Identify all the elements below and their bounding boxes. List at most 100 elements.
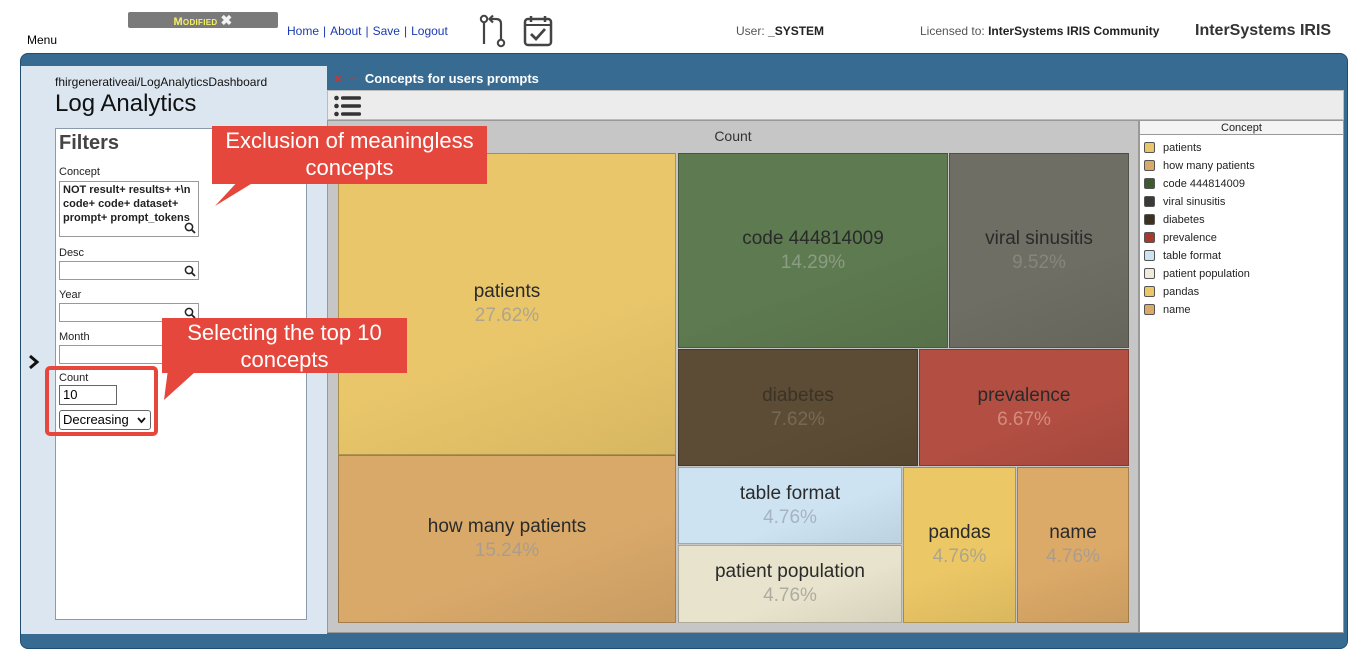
legend-swatch bbox=[1144, 178, 1155, 189]
treemap-tile-percent: 14.29% bbox=[780, 251, 846, 273]
treemap-tile-percent: 4.76% bbox=[932, 546, 987, 567]
treemap-tile[interactable]: how many patients 15.24% bbox=[338, 455, 676, 623]
legend-swatch bbox=[1144, 214, 1155, 225]
page-title: Log Analytics bbox=[55, 90, 197, 117]
calendar-check-icon[interactable] bbox=[522, 14, 554, 48]
treemap-tile[interactable]: code 444814009 14.29% bbox=[678, 153, 948, 348]
legend-title: Concept bbox=[1140, 121, 1343, 135]
exclusion-callout: Exclusion of meaningless concepts bbox=[212, 126, 487, 184]
list-menu-icon[interactable] bbox=[334, 95, 362, 117]
legend-item[interactable]: patients bbox=[1144, 139, 1202, 157]
treemap-tile-percent: 4.76% bbox=[1046, 546, 1100, 567]
nav-about-link[interactable]: About bbox=[330, 24, 361, 38]
legend-label: viral sinusitis bbox=[1163, 196, 1226, 208]
portlet-title: Concepts for users prompts bbox=[364, 71, 539, 86]
treemap-tile-label: name bbox=[1049, 522, 1097, 543]
legend-item[interactable]: table format bbox=[1144, 247, 1221, 265]
legend-label: table format bbox=[1163, 250, 1222, 262]
treemap-tile-label: prevalence bbox=[977, 384, 1071, 406]
nav-save-link[interactable]: Save bbox=[373, 24, 400, 38]
treemap-tile-percent: 4.76% bbox=[763, 506, 817, 528]
concept-filter-value: NOT result+ results+ +\n code+ code+ dat… bbox=[63, 184, 191, 224]
legend-label: how many patients bbox=[1163, 160, 1255, 172]
search-icon[interactable] bbox=[184, 222, 196, 234]
treemap-tile-percent: 6.67% bbox=[997, 408, 1051, 430]
legend-item[interactable]: name bbox=[1144, 301, 1191, 319]
legend-item[interactable]: how many patients bbox=[1144, 157, 1255, 175]
portlet-minimize-button[interactable]: – bbox=[350, 71, 357, 86]
desc-label: Desc bbox=[59, 247, 85, 259]
nav-home-link[interactable]: Home bbox=[287, 24, 319, 38]
nav-logout-link[interactable]: Logout bbox=[411, 24, 448, 38]
close-icon[interactable]: ✖ bbox=[220, 12, 232, 28]
treemap-tile-label: pandas bbox=[928, 522, 991, 543]
legend-swatch bbox=[1144, 304, 1155, 315]
nav-links: Home | About | Save | Logout bbox=[287, 24, 448, 38]
search-icon[interactable] bbox=[184, 265, 196, 277]
treemap-tile-label: patients bbox=[473, 281, 541, 302]
legend-swatch bbox=[1144, 160, 1155, 171]
treemap-tile-label: patient population bbox=[714, 561, 865, 582]
concept-filter-field[interactable]: NOT result+ results+ +\n code+ code+ dat… bbox=[59, 181, 199, 237]
treemap-tile-percent: 9.52% bbox=[1012, 251, 1066, 273]
legend-label: diabetes bbox=[1163, 214, 1205, 226]
legend-swatch bbox=[1144, 196, 1155, 207]
legend-swatch bbox=[1144, 286, 1155, 297]
chart-legend: Concept patients how many patients code 44… bbox=[1139, 120, 1344, 633]
legend-swatch bbox=[1144, 142, 1155, 153]
top10-callout: Selecting the top 10 concepts bbox=[162, 318, 407, 373]
treemap-tile[interactable]: prevalence 6.67% bbox=[919, 349, 1129, 466]
legend-item[interactable]: viral sinusitis bbox=[1144, 193, 1225, 211]
legend-item[interactable]: diabetes bbox=[1144, 211, 1205, 229]
legend-label: code 444814009 bbox=[1163, 178, 1245, 190]
legend-swatch bbox=[1144, 268, 1155, 279]
user-info: User: _SYSTEM bbox=[736, 24, 824, 38]
modified-badge[interactable]: Modified ✖ bbox=[128, 12, 278, 28]
user-label: User: bbox=[736, 24, 765, 38]
treemap-tile[interactable]: table format 4.76% bbox=[678, 467, 902, 544]
top-bar: Menu Modified ✖ Home | About | Save | Logout Us… bbox=[0, 0, 1366, 52]
chevron-right-icon[interactable] bbox=[28, 354, 40, 370]
legend-item[interactable]: code 444814009 bbox=[1144, 175, 1245, 193]
legend-label: prevalence bbox=[1163, 232, 1217, 244]
treemap-tile-percent: 7.62% bbox=[771, 408, 825, 430]
legend-label: patients bbox=[1163, 142, 1202, 154]
treemap-tile-label: how many patients bbox=[427, 516, 587, 537]
license-value: InterSystems IRIS Community bbox=[988, 24, 1160, 38]
portlet-close-button[interactable]: × bbox=[334, 71, 342, 86]
legend-item[interactable]: patient population bbox=[1144, 265, 1250, 283]
legend-swatch bbox=[1144, 232, 1155, 243]
treemap-tile[interactable]: diabetes 7.62% bbox=[678, 349, 918, 466]
license-label: Licensed to: bbox=[920, 24, 985, 38]
treemap-chart: Count patients 27.62% how many patients 15.… bbox=[327, 120, 1139, 633]
legend-item[interactable]: prevalence bbox=[1144, 229, 1217, 247]
legend-label: pandas bbox=[1163, 286, 1200, 298]
treemap-tile-percent: 15.24% bbox=[474, 540, 540, 561]
treemap-tile-label: table format bbox=[739, 482, 841, 504]
nav-divider: | bbox=[323, 24, 327, 38]
user-value: _SYSTEM bbox=[768, 24, 825, 38]
nav-divider: | bbox=[365, 24, 369, 38]
month-label: Month bbox=[59, 331, 90, 343]
treemap-tile-label: diabetes bbox=[762, 384, 834, 406]
breadcrumb: fhirgenerativeai/LogAnalyticsDashboard bbox=[55, 75, 268, 89]
widget-toolbar bbox=[327, 90, 1344, 120]
menu-button[interactable]: Menu bbox=[27, 33, 57, 47]
treemap-tile[interactable]: name 4.76% bbox=[1017, 467, 1129, 623]
count-highlight-frame bbox=[45, 366, 158, 436]
treemap-tile-label: code 444814009 bbox=[742, 227, 884, 249]
treemap-tile[interactable]: patients 27.62% bbox=[338, 153, 676, 455]
nav-divider: | bbox=[403, 24, 408, 38]
treemap-tile[interactable]: viral sinusitis 9.52% bbox=[949, 153, 1129, 348]
treemap-tile-label: viral sinusitis bbox=[985, 227, 1093, 249]
git-compare-icon[interactable] bbox=[478, 14, 508, 48]
desc-filter-field[interactable] bbox=[59, 261, 199, 280]
treemap-tile[interactable]: patient population 4.76% bbox=[678, 545, 902, 623]
legend-label: patient population bbox=[1163, 268, 1250, 280]
brand-name: InterSystems IRIS bbox=[1195, 22, 1332, 39]
year-label: Year bbox=[59, 289, 82, 301]
modified-label: Modified bbox=[173, 16, 218, 28]
legend-label: name bbox=[1163, 304, 1191, 316]
treemap-tile[interactable]: pandas 4.76% bbox=[903, 467, 1016, 623]
legend-item[interactable]: pandas bbox=[1144, 283, 1199, 301]
